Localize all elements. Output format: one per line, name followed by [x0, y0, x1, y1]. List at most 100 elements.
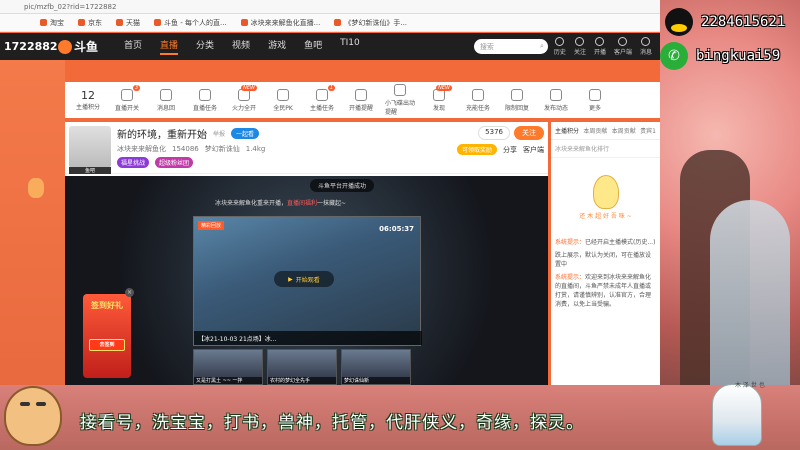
streamer-name[interactable]: 冰块来来解鱼化	[117, 144, 166, 154]
bookmark-item[interactable]: 淘宝	[40, 18, 64, 28]
system-prefix: 系统提示：	[555, 274, 586, 281]
page-background-left	[0, 60, 65, 390]
scroll-highlight: 直播间福利	[287, 200, 318, 207]
tool-reminder[interactable]: 开播提醒	[346, 88, 376, 112]
signin-promo[interactable]: 签到好礼 去签到	[83, 294, 131, 378]
replay-popup[interactable]: 精彩回放 06:05:37 ▶ 开始观看 【冰21-10-03 21点场】冰...	[193, 216, 422, 346]
scrolling-message: 冰块来来解鱼化重来开播，直播间福利一抹藏起~	[215, 198, 346, 207]
site-navbar: 1722882 斗鱼 首页 直播 分类 视频 游戏 鱼吧 TI10 搜索 ⌕ 历史…	[0, 33, 660, 60]
nav-yuba[interactable]: 鱼吧	[304, 38, 322, 55]
client-download-button[interactable]: 客户端	[523, 145, 544, 155]
play-icon: ▶	[288, 275, 293, 283]
stream-subtitle: 接看号，洗宝宝，打书，兽神，托管，代肝侠义，奇缘，探灵。	[80, 413, 584, 433]
room-actions: 5376 关注 可领取奖励 分享 客户端	[456, 126, 544, 169]
thumbnail-item[interactable]: 农村的梦幻全先手	[267, 349, 337, 385]
play-button[interactable]: ▶ 开始观看	[274, 271, 334, 287]
bell-icon	[641, 37, 651, 46]
tab-week[interactable]: 本周贡献	[583, 126, 607, 135]
chat-panel: 主播积分 本周贡献 本周贡献 贵宾1 冰块来来解鱼化排行 还 木 超 好 吾 咪…	[551, 122, 660, 385]
heart-icon	[575, 37, 585, 46]
search-icon[interactable]: ⌕	[540, 42, 544, 51]
address-bar[interactable]: pic/mzfb_02?rid=1722882	[0, 0, 660, 14]
tab-week-2[interactable]: 本周贡献	[612, 126, 636, 135]
report-link[interactable]: 举报	[213, 129, 225, 138]
follow-button[interactable]: 关注	[514, 126, 544, 140]
pk-icon	[277, 88, 289, 101]
category-tag[interactable]: 一起看	[231, 128, 260, 139]
tool-anchor-task[interactable]: 1 主播任务	[307, 84, 337, 112]
thumbnail-item[interactable]: 又是打黑土 ~~ 一拌	[193, 349, 263, 385]
tool-reply[interactable]: 消息回	[151, 88, 181, 112]
tool-pk[interactable]: 全民PK	[268, 88, 298, 112]
follow-list-button[interactable]: 关注	[574, 37, 586, 56]
flag-icon	[316, 88, 328, 101]
bookmark-item[interactable]: 天猫	[116, 18, 140, 28]
tool-stream-switch[interactable]: 3 直播开关	[112, 84, 142, 112]
nav-home[interactable]: 首页	[124, 38, 142, 55]
avatar[interactable]: 鱼吧	[69, 126, 111, 174]
tab-points[interactable]: 主播积分	[555, 126, 579, 135]
badge-superfan[interactable]: 超级粉丝团	[155, 157, 194, 168]
nav-ti10[interactable]: TI10	[340, 38, 360, 55]
heat-count: 154086	[172, 145, 199, 153]
wechat-icon: ✆	[660, 42, 688, 70]
start-stream-button[interactable]: 开播	[594, 37, 606, 56]
search-input[interactable]: 搜索 ⌕	[473, 39, 548, 54]
badge-challenge[interactable]: 福星挑战	[117, 157, 150, 168]
fans-label: 主播积分	[75, 104, 100, 111]
tab-vip[interactable]: 贵宾1	[640, 126, 656, 135]
wechat-contact: ✆ bingkuai59	[660, 42, 780, 70]
bookmark-item[interactable]: 《梦幻新诛仙》手...	[334, 18, 407, 28]
mission-button[interactable]: 可领取奖励	[456, 144, 497, 155]
tool-ufo[interactable]: 小飞碟出动提醒	[385, 84, 415, 116]
tool-label: 更多	[588, 104, 601, 112]
chat-icon	[160, 88, 172, 101]
signin-button[interactable]: 去签到	[89, 339, 125, 351]
bookmark-item[interactable]: 斗鱼 - 每个人的直...	[154, 18, 227, 28]
douyu-logo[interactable]: 斗鱼	[58, 38, 118, 55]
bookmark-item[interactable]: 冰块来来解鱼化直播...	[240, 18, 320, 28]
video-player[interactable]: 斗鱼平台开播成功 冰块来来解鱼化重来开播，直播间福利一抹藏起~ 精彩回放 06:…	[65, 176, 548, 385]
tool-label: 发现	[432, 104, 445, 112]
nav-live[interactable]: 直播	[160, 38, 179, 55]
tool-limit-reply[interactable]: 限制回复	[502, 88, 532, 112]
nav-category[interactable]: 分类	[196, 38, 214, 55]
tool-label: 全民PK	[273, 104, 293, 112]
tool-live-task[interactable]: 直播任务	[190, 88, 220, 112]
share-button[interactable]: 分享	[503, 145, 517, 155]
tool-label: 消息回	[156, 104, 175, 112]
url-text: pic/mzfb_02?rid=1722882	[24, 2, 117, 11]
cat-mascot-icon	[4, 386, 62, 446]
bookmark-item[interactable]: 京东	[78, 18, 102, 28]
thumbnail-item[interactable]: 梦幻诛仙新	[341, 349, 411, 385]
tool-charge[interactable]: 充能任务	[463, 88, 493, 112]
tool-label: 直播任务	[192, 104, 217, 112]
bookmark-icon	[78, 19, 85, 26]
game-name[interactable]: 梦幻新诛仙	[205, 144, 240, 154]
follow-count: 5376	[478, 126, 510, 140]
mascot-image	[592, 174, 619, 209]
tool-post[interactable]: 发布动态	[541, 88, 571, 112]
messages-button[interactable]: 消息	[640, 37, 652, 56]
client-button[interactable]: 客户端	[614, 37, 632, 56]
history-label: 历史	[553, 49, 566, 56]
tool-discover[interactable]: NEW 发现	[424, 84, 454, 112]
replay-time: 06:05:37	[379, 225, 414, 233]
promo-title: 签到好礼	[91, 301, 123, 310]
badge: NEW	[241, 84, 257, 91]
tool-label: 开播提醒	[348, 104, 373, 112]
shield-icon	[511, 88, 523, 101]
nav-games[interactable]: 游戏	[268, 38, 286, 55]
history-button[interactable]: 历史	[554, 37, 566, 56]
qq-number: 2284615621	[701, 14, 786, 30]
tool-firepower[interactable]: NEW 火力全开	[229, 84, 259, 112]
scroll-end: 一抹藏起~	[317, 200, 347, 207]
close-icon[interactable]: ×	[125, 288, 134, 297]
replay-thumbnails: 又是打黑土 ~~ 一拌 农村的梦幻全先手 梦幻诛仙新	[193, 349, 411, 385]
fans-counter[interactable]: 12 主播积分	[73, 89, 103, 111]
follow-list-label: 关注	[573, 49, 586, 56]
badge: 1	[327, 84, 335, 91]
tool-more[interactable]: 更多	[580, 88, 610, 112]
nav-video[interactable]: 视频	[232, 38, 250, 55]
bookmarks-bar: 淘宝 京东 天猫 斗鱼 - 每个人的直... 冰块来来解鱼化直播... 《梦幻新…	[0, 14, 660, 32]
